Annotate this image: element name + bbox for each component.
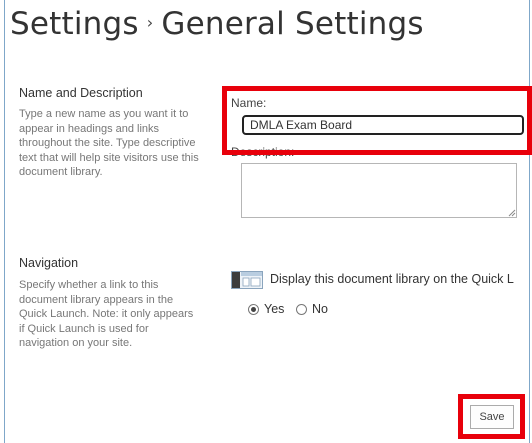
- page-title: Settings › General Settings: [10, 6, 424, 42]
- radio-no-label[interactable]: No: [312, 302, 328, 316]
- description-textarea[interactable]: [241, 163, 517, 218]
- radio-yes-label[interactable]: Yes: [264, 302, 284, 316]
- radio-option-no[interactable]: No: [296, 302, 328, 316]
- breadcrumb-current: General Settings: [161, 6, 424, 42]
- navigation-section-description: Specify whether a link to this document …: [19, 279, 194, 349]
- save-button[interactable]: Save: [470, 405, 514, 429]
- quick-launch-label[interactable]: Display this document library on the Qui…: [270, 272, 514, 286]
- breadcrumb-separator-icon: ›: [146, 13, 154, 32]
- page-frame: [4, 0, 530, 443]
- radio-no-button[interactable]: [296, 303, 307, 315]
- name-section-heading: Name and Description: [19, 86, 143, 100]
- name-input[interactable]: [242, 115, 524, 135]
- breadcrumb-root[interactable]: Settings: [10, 6, 139, 42]
- radio-yes-button[interactable]: [248, 303, 259, 315]
- resize-grip-icon[interactable]: [508, 209, 516, 217]
- name-section-description: Type a new name as you want it to appear…: [19, 108, 199, 178]
- radio-option-yes[interactable]: Yes: [248, 302, 284, 316]
- name-label: Name:: [231, 96, 267, 110]
- quick-launch-icon: [231, 271, 263, 289]
- description-label: Description:: [231, 145, 295, 159]
- navigation-section-heading: Navigation: [19, 256, 79, 270]
